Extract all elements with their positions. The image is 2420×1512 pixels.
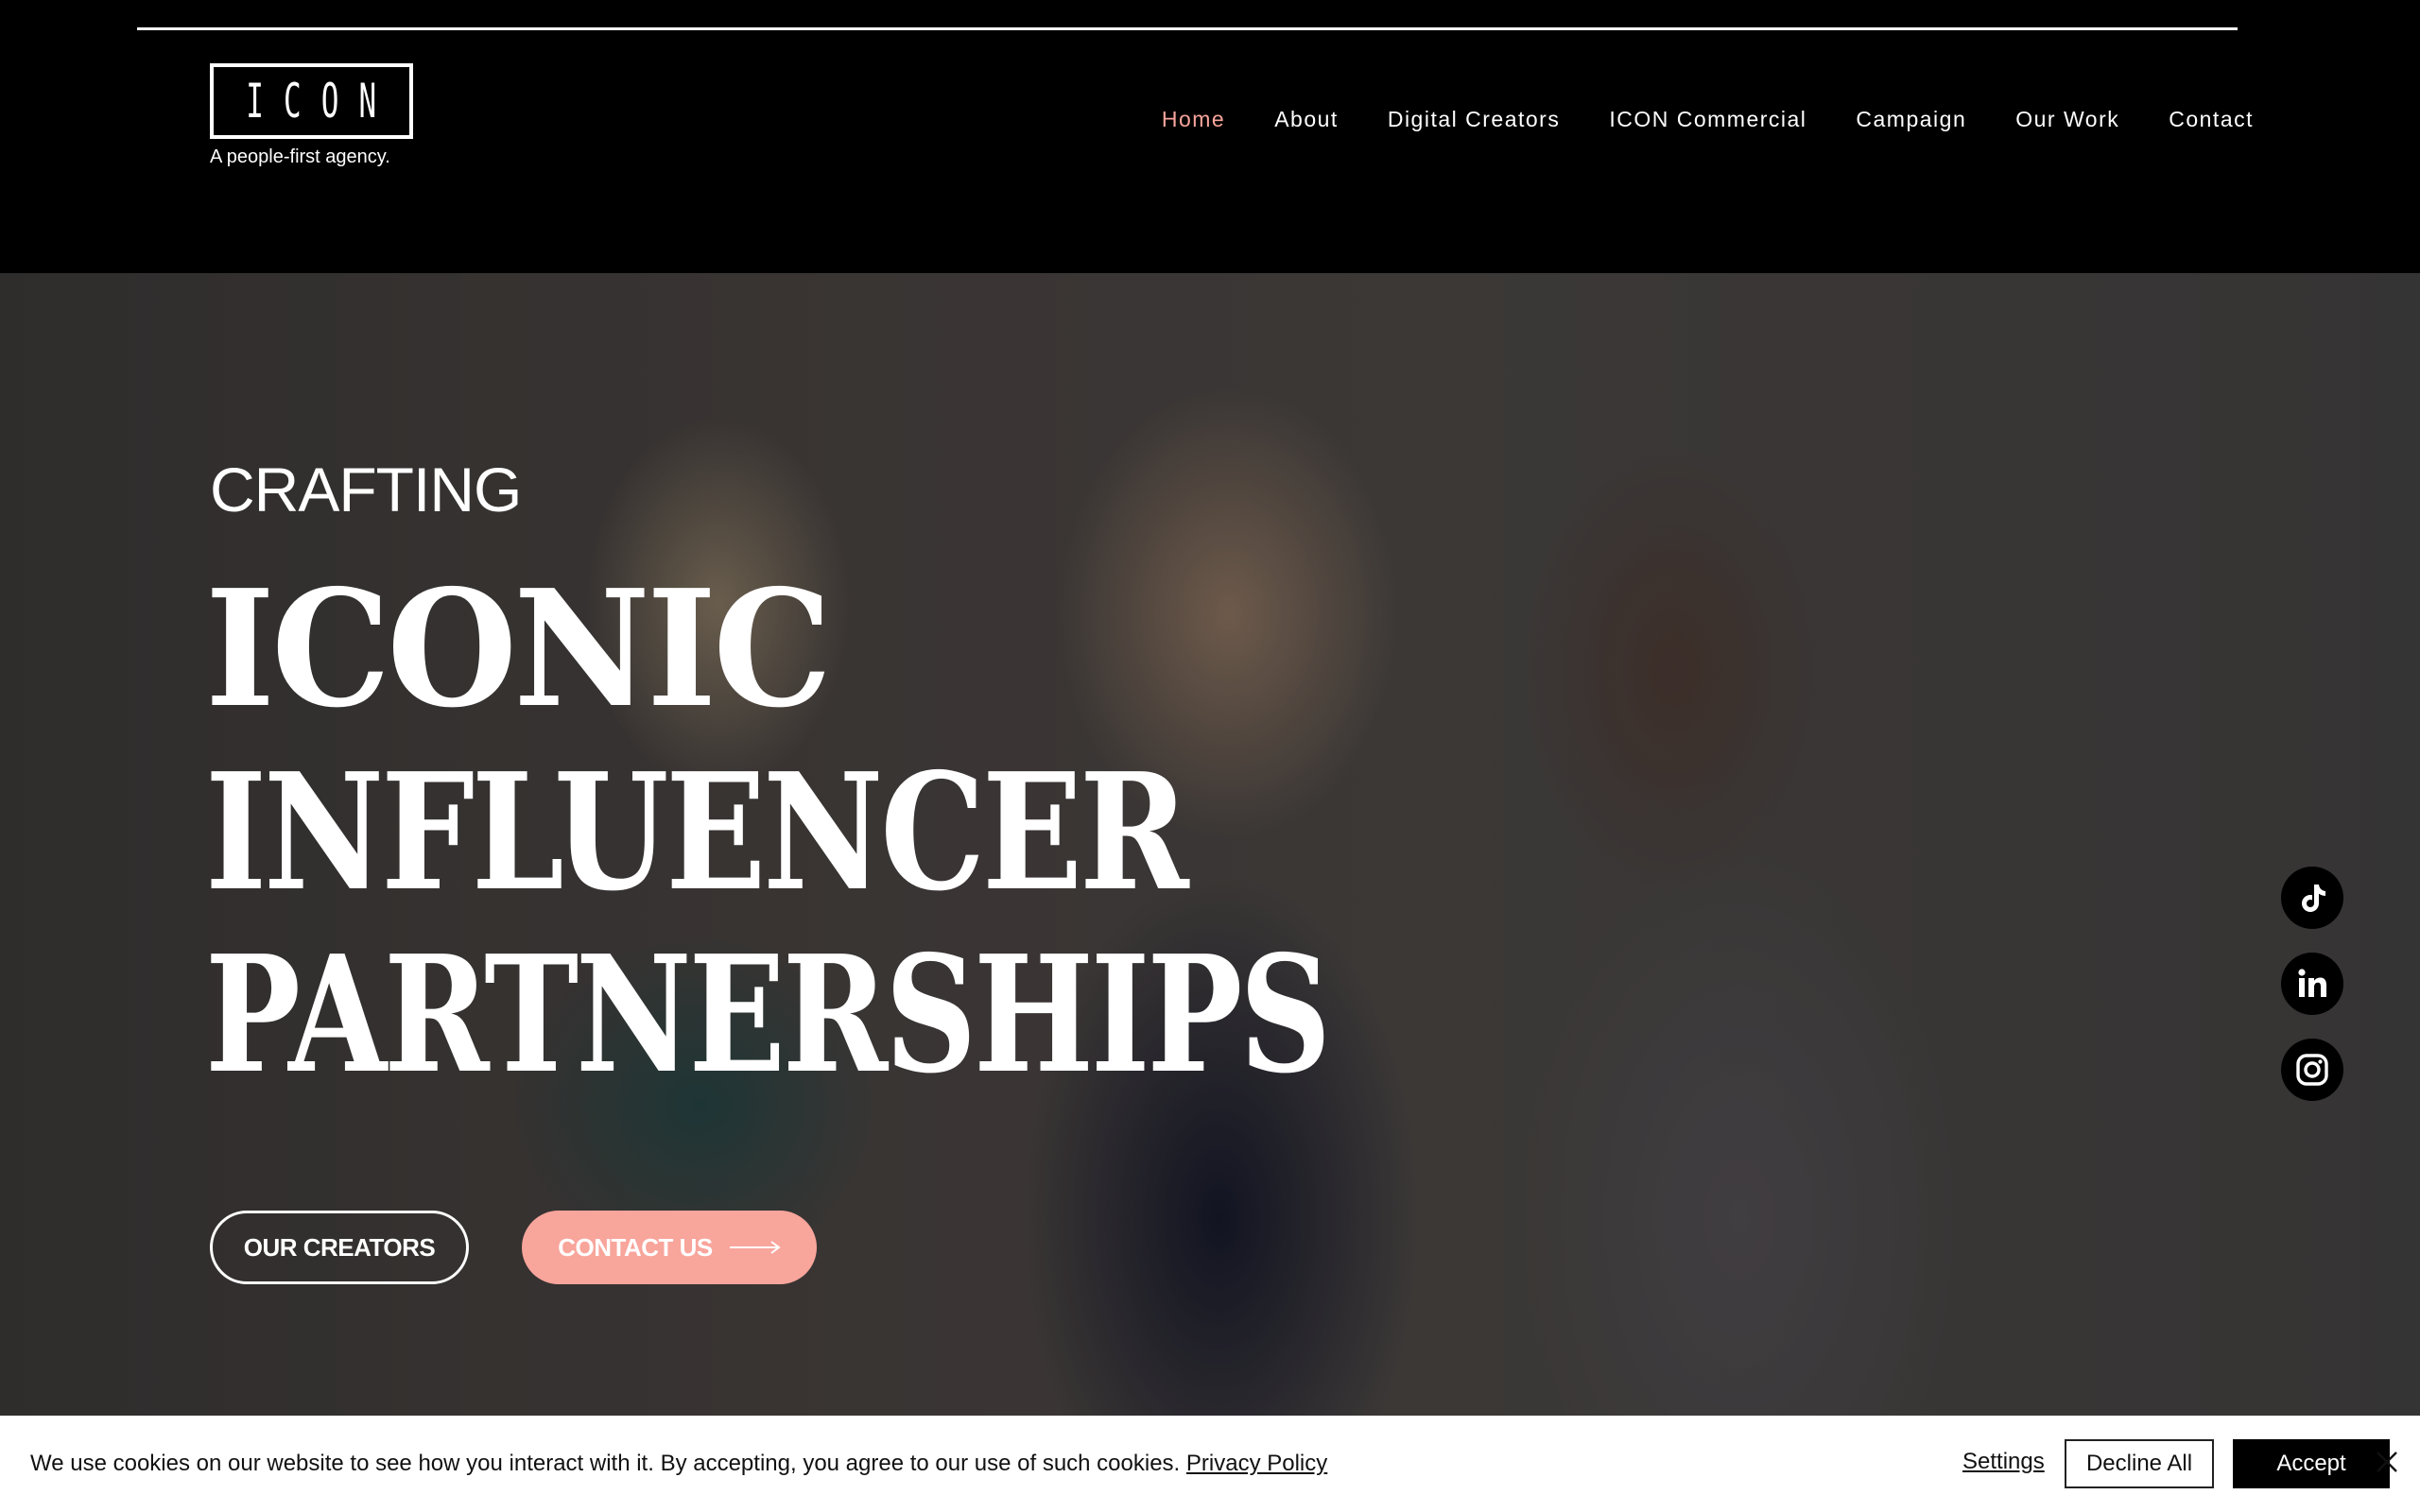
hero-section: CRAFTING ICONIC INFLUENCER PARTNERSHIPS … xyxy=(0,273,2420,1416)
nav-icon-commercial[interactable]: ICON Commercial xyxy=(1609,107,1806,132)
contact-us-button[interactable]: CONTACT US xyxy=(522,1211,817,1284)
hero-headline-line-3: PARTNERSHIPS xyxy=(205,920,1331,1109)
cookie-banner: We use cookies on our website to see how… xyxy=(0,1416,2420,1512)
nav-contact[interactable]: Contact xyxy=(2169,107,2254,132)
our-creators-label: OUR CREATORS xyxy=(243,1232,436,1262)
linkedin-link[interactable] xyxy=(2281,953,2343,1015)
main-nav: Home About Digital Creators ICON Commerc… xyxy=(1162,107,2254,132)
hero-headline-line-2: INFLUENCER xyxy=(205,738,1189,927)
accept-label: Accept xyxy=(2276,1451,2346,1476)
social-links xyxy=(2281,867,2343,1101)
instagram-icon xyxy=(2296,1054,2328,1086)
tiktok-icon xyxy=(2302,885,2325,912)
icon-logo[interactable]: ICON A people-first agency. xyxy=(210,63,418,172)
nav-our-work[interactable]: Our Work xyxy=(2015,107,2119,132)
linkedin-icon xyxy=(2298,969,2326,997)
nav-campaign[interactable]: Campaign xyxy=(1856,107,1966,132)
close-icon[interactable] xyxy=(2375,1450,2399,1474)
cookie-settings-link[interactable]: Settings xyxy=(1962,1449,2045,1475)
logo-wordmark: ICON xyxy=(246,74,397,129)
decline-all-button[interactable]: Decline All xyxy=(2065,1439,2214,1488)
logo-tagline: A people-first agency. xyxy=(210,146,390,167)
contact-us-label: CONTACT US xyxy=(558,1232,713,1262)
nav-home[interactable]: Home xyxy=(1162,107,1225,132)
hero-kicker: CRAFTING xyxy=(210,455,522,524)
privacy-policy-link[interactable]: Privacy Policy xyxy=(1186,1451,1327,1476)
instagram-link[interactable] xyxy=(2281,1039,2343,1101)
logo-frame: ICON xyxy=(210,63,413,139)
tiktok-link[interactable] xyxy=(2281,867,2343,929)
header-divider xyxy=(137,27,2238,30)
nav-digital-creators[interactable]: Digital Creators xyxy=(1388,107,1561,132)
cookie-message-text: We use cookies on our website to see how… xyxy=(30,1451,1186,1476)
cookie-message: We use cookies on our website to see how… xyxy=(30,1451,1327,1477)
nav-about[interactable]: About xyxy=(1274,107,1339,132)
arrow-right-icon xyxy=(729,1241,781,1254)
hero-headline-line-1: ICONIC xyxy=(205,555,832,744)
decline-all-label: Decline All xyxy=(2085,1451,2193,1476)
our-creators-button[interactable]: OUR CREATORS xyxy=(210,1211,469,1284)
site-header: ICON A people-first agency. Home About D… xyxy=(0,0,2420,273)
accept-button[interactable]: Accept xyxy=(2233,1439,2390,1488)
